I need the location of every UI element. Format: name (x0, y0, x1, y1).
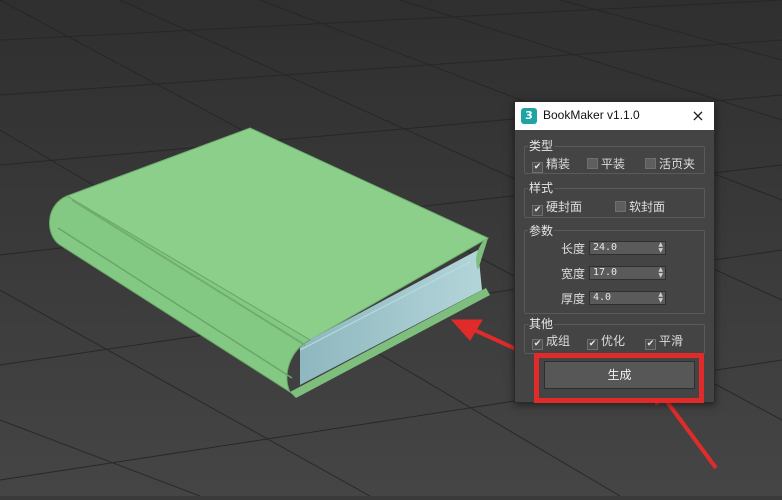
thickness-spinner[interactable]: 4.0 ▲ ▼ (589, 291, 666, 305)
checkbox-empty[interactable] (615, 201, 626, 212)
check-icon[interactable]: ✔ (532, 205, 543, 216)
bookmaker-dialog: 3 BookMaker v1.1.0 × 类型 ✔ 精装 平装 活页夹 样式 ✔ 硬… (514, 101, 715, 403)
checkbox-empty[interactable] (645, 158, 656, 169)
thickness-label: 厚度 (561, 292, 586, 306)
app-3ds-icon: 3 (521, 108, 537, 124)
length-value[interactable]: 24.0 (593, 242, 617, 254)
check-icon[interactable]: ✔ (532, 162, 543, 173)
checkbox-empty[interactable] (587, 158, 598, 169)
check-icon[interactable]: ✔ (532, 339, 543, 350)
option-paperback[interactable]: 平装 (587, 157, 625, 171)
check-icon[interactable]: ✔ (587, 339, 598, 350)
width-value[interactable]: 17.0 (593, 267, 617, 279)
generate-button[interactable]: 生成 (544, 361, 695, 389)
length-label: 长度 (561, 242, 586, 256)
option-group[interactable]: ✔ 成组 (532, 334, 570, 350)
group-params-label: 参数 (528, 222, 555, 239)
option-optimize[interactable]: ✔ 优化 (587, 334, 625, 350)
check-icon[interactable]: ✔ (645, 339, 656, 350)
spinner-arrows-icon[interactable]: ▲ ▼ (658, 292, 663, 304)
width-label: 宽度 (561, 267, 586, 281)
dialog-title: BookMaker v1.1.0 (543, 108, 640, 122)
group-other-label: 其他 (528, 315, 555, 332)
width-spinner[interactable]: 17.0 ▲ ▼ (589, 266, 666, 280)
length-spinner[interactable]: 24.0 ▲ ▼ (589, 241, 666, 255)
option-hardback[interactable]: ✔ 精装 (532, 157, 570, 173)
spinner-arrows-icon[interactable]: ▲ ▼ (658, 242, 663, 254)
close-icon[interactable]: × (688, 106, 708, 126)
option-soft-cover[interactable]: 软封面 (615, 200, 665, 214)
group-style-label: 样式 (528, 179, 555, 196)
spinner-arrows-icon[interactable]: ▲ ▼ (658, 267, 663, 279)
thickness-value[interactable]: 4.0 (593, 292, 611, 304)
group-type-label: 类型 (528, 137, 555, 154)
option-smooth[interactable]: ✔ 平滑 (645, 334, 683, 350)
dialog-titlebar[interactable]: 3 BookMaker v1.1.0 × (515, 102, 714, 130)
option-binder[interactable]: 活页夹 (645, 157, 695, 171)
option-hard-cover[interactable]: ✔ 硬封面 (532, 200, 582, 216)
